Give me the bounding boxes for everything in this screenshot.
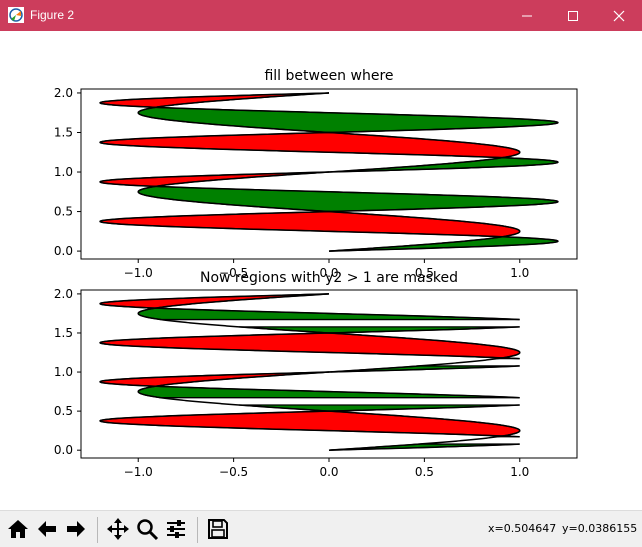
pan-icon [107, 518, 129, 540]
y-tick-label: 0.0 [54, 244, 73, 258]
y-tick-label: 1.5 [54, 125, 73, 139]
figure-canvas[interactable]: −1.0 −0.5 0.0 0.5 1.0 0.0 0.5 1.0 1.5 2.0 −1.0 −0.… [1, 31, 641, 510]
minimize-button[interactable] [504, 0, 550, 31]
maximize-icon [568, 11, 578, 21]
x-tick-label: −1.0 [124, 465, 153, 479]
fill-region-negative [99, 332, 521, 359]
configure-subplots-icon [167, 520, 185, 538]
zoom-icon [137, 519, 159, 541]
axes-top[interactable]: −1.0 −0.5 0.0 0.5 1.00.00.51.01.52.0 [54, 86, 578, 280]
x-tick-label: −0.5 [219, 465, 248, 479]
close-button[interactable] [596, 0, 642, 31]
y-tick-label: 1.5 [54, 326, 73, 340]
zoom-button[interactable] [133, 515, 161, 543]
fill-region-positive [137, 185, 559, 213]
x-tick-label: 1.0 [510, 266, 529, 280]
x-tick-label: 1.0 [510, 465, 529, 479]
home-icon [8, 520, 28, 538]
save-button[interactable] [204, 515, 232, 543]
forward-icon [67, 521, 85, 537]
navigation-toolbar: x=0.504647 y=0.0386155 [0, 510, 642, 547]
save-icon [208, 519, 228, 539]
y-tick-label: 0.5 [54, 404, 73, 418]
minimize-icon [522, 15, 532, 17]
y-tick-label: 0.0 [54, 443, 73, 457]
maximize-button[interactable] [550, 0, 596, 31]
back-button[interactable] [33, 515, 61, 543]
cursor-y-readout: y=0.0386155 [562, 522, 638, 535]
home-button[interactable] [4, 515, 32, 543]
back-icon [38, 521, 56, 537]
cursor-x-readout: x=0.504647 [488, 522, 557, 535]
y-tick-label: 2.0 [54, 86, 73, 100]
forward-button[interactable] [62, 515, 90, 543]
pan-button[interactable] [104, 515, 132, 543]
y-tick-label: 2.0 [54, 287, 73, 301]
y-tick-label: 0.5 [54, 205, 73, 219]
x-tick-label: −1.0 [124, 266, 153, 280]
fill-region-negative [99, 131, 521, 159]
matplotlib-app-icon [8, 7, 24, 23]
configure-subplots-button[interactable] [162, 515, 190, 543]
close-icon [613, 10, 625, 22]
fill-region-negative [99, 410, 521, 437]
toolbar-separator [197, 517, 198, 543]
y-tick-label: 1.0 [54, 165, 73, 179]
axes-title-top: fill between where [264, 68, 393, 84]
x-tick-label: 0.0 [319, 465, 338, 479]
y-tick-label: 1.0 [54, 365, 73, 379]
x-tick-label: 0.5 [415, 465, 434, 479]
window-titlebar: Figure 2 [0, 0, 642, 31]
toolbar-separator [97, 517, 98, 543]
fill-region-negative [99, 210, 521, 238]
fill-region-positive [137, 106, 559, 134]
window-title: Figure 2 [30, 8, 75, 22]
axes-title-bottom: Now regions with y2 > 1 are masked [200, 270, 458, 286]
axes-bottom[interactable]: −1.0 −0.5 0.0 0.5 1.0 0.0 0.5 1.0 1.5 2.0 [54, 287, 578, 479]
